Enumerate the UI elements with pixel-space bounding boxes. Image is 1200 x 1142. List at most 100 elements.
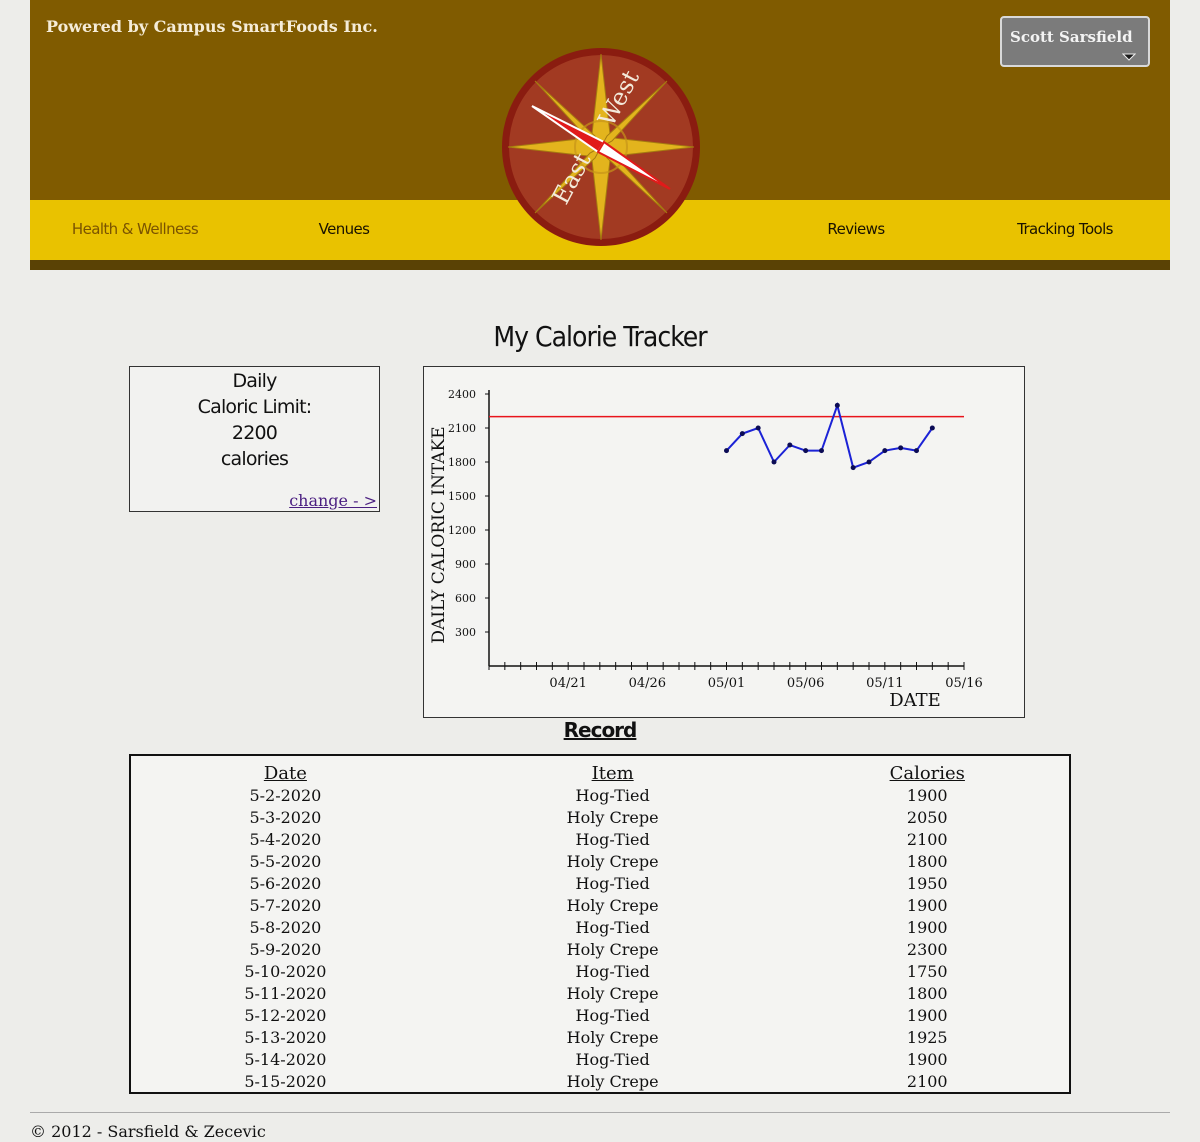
table-row: 5-6-2020 Hog-Tied 1950 bbox=[131, 873, 1069, 895]
page-title: My Calorie Tracker bbox=[493, 320, 707, 353]
intake-series-line bbox=[725, 401, 934, 469]
cell-calories: 1800 bbox=[906, 984, 948, 1003]
table-row: 5-10-2020 Hog-Tied 1750 bbox=[131, 961, 1069, 983]
cell-date: 5-7-2020 bbox=[249, 896, 322, 915]
data-point bbox=[834, 402, 840, 408]
table-row: 5-7-2020 Holy Crepe 1900 bbox=[131, 895, 1069, 917]
table-row: 5-9-2020 Holy Crepe 2300 bbox=[131, 939, 1069, 961]
cell-item: Hog-Tied bbox=[575, 786, 650, 805]
table-row: 5-2-2020 Hog-Tied 1900 bbox=[131, 785, 1069, 807]
nav-reviews[interactable]: Reviews bbox=[827, 220, 885, 238]
cell-date: 5-2-2020 bbox=[249, 786, 322, 805]
col-header-calories: Calories bbox=[889, 762, 965, 784]
record-title: Record bbox=[563, 718, 638, 742]
limit-unit: calories bbox=[220, 448, 289, 470]
cell-item: Hog-Tied bbox=[575, 830, 650, 849]
col-header-item: Item bbox=[591, 762, 634, 784]
cell-calories: 1900 bbox=[906, 896, 948, 915]
record-table-panel: Date Item Calories 5-2-2020 Hog-Tied 1900 5… bbox=[129, 754, 1071, 1094]
y-tick-label: 2100 bbox=[448, 422, 476, 435]
cell-calories: 1900 bbox=[906, 1050, 948, 1069]
y-tick-label: 900 bbox=[455, 558, 476, 571]
x-tick-label: 04/21 bbox=[549, 676, 586, 691]
x-tick-label: 04/26 bbox=[629, 676, 666, 691]
table-row: 5-11-2020 Holy Crepe 1800 bbox=[131, 983, 1069, 1005]
cell-item: Hog-Tied bbox=[575, 874, 650, 893]
cell-calories: 2100 bbox=[906, 830, 948, 849]
cell-item: Holy Crepe bbox=[566, 808, 659, 827]
data-point bbox=[819, 448, 824, 454]
y-tick-label: 2400 bbox=[448, 388, 476, 401]
table-row: 5-12-2020 Hog-Tied 1900 bbox=[131, 1005, 1069, 1027]
footer-copyright: © 2012 - Sarsfield & Zecevic bbox=[30, 1122, 266, 1141]
y-tick-label: 1800 bbox=[448, 456, 476, 469]
cell-item: Hog-Tied bbox=[575, 962, 650, 981]
cell-date: 5-12-2020 bbox=[244, 1006, 327, 1025]
east-west-compass-logo[interactable]: East West bbox=[500, 46, 702, 248]
x-tick-label: 05/01 bbox=[708, 676, 745, 691]
table-row: 5-8-2020 Hog-Tied 1900 bbox=[131, 917, 1069, 939]
cell-date: 5-13-2020 bbox=[244, 1028, 327, 1047]
table-row: 5-14-2020 Hog-Tied 1900 bbox=[131, 1049, 1069, 1071]
col-header-date: Date bbox=[263, 762, 307, 784]
data-point bbox=[850, 465, 856, 471]
data-point bbox=[771, 459, 777, 465]
nav-tracking-tools[interactable]: Tracking Tools bbox=[1017, 220, 1113, 238]
cell-calories: 2300 bbox=[906, 940, 948, 959]
chevron-down-icon bbox=[1122, 53, 1136, 61]
cell-calories: 2100 bbox=[906, 1072, 948, 1091]
data-point bbox=[866, 459, 872, 465]
x-axis-label: DATE bbox=[889, 690, 941, 711]
record-header-row: Date Item Calories bbox=[131, 761, 1069, 785]
table-row: 5-15-2020 Holy Crepe 2100 bbox=[131, 1071, 1069, 1093]
cell-date: 5-6-2020 bbox=[249, 874, 322, 893]
table-row: 5-13-2020 Holy Crepe 1925 bbox=[131, 1027, 1069, 1049]
data-point bbox=[803, 448, 809, 454]
cell-date: 5-5-2020 bbox=[249, 852, 322, 871]
cell-date: 5-15-2020 bbox=[244, 1072, 327, 1091]
cell-calories: 1925 bbox=[906, 1028, 948, 1047]
nav-health-wellness[interactable]: Health & Wellness bbox=[72, 220, 199, 238]
x-tick-label: 05/16 bbox=[945, 676, 982, 691]
cell-item: Hog-Tied bbox=[575, 918, 650, 937]
data-point bbox=[739, 431, 745, 437]
data-point bbox=[929, 425, 935, 431]
cell-date: 5-11-2020 bbox=[244, 984, 327, 1003]
cell-item: Holy Crepe bbox=[566, 984, 659, 1003]
data-point bbox=[914, 448, 919, 454]
daily-limit-text: Daily Caloric Limit: 2200 calories bbox=[130, 367, 379, 472]
data-point bbox=[882, 448, 888, 454]
x-tick-label: 05/06 bbox=[787, 676, 824, 691]
cell-item: Holy Crepe bbox=[566, 896, 659, 915]
y-tick-label: 1500 bbox=[448, 490, 476, 503]
cell-item: Holy Crepe bbox=[566, 1072, 659, 1091]
cell-item: Hog-Tied bbox=[575, 1006, 650, 1025]
cell-item: Holy Crepe bbox=[566, 1028, 659, 1047]
user-account-dropdown[interactable]: Scott Sarsfield bbox=[1000, 16, 1150, 67]
table-row: 5-4-2020 Hog-Tied 2100 bbox=[131, 829, 1069, 851]
cell-date: 5-3-2020 bbox=[249, 808, 322, 827]
cell-calories: 1750 bbox=[906, 962, 948, 981]
cell-item: Holy Crepe bbox=[566, 940, 659, 959]
record-table: Date Item Calories 5-2-2020 Hog-Tied 1900 5… bbox=[131, 761, 1069, 1093]
nav-venues[interactable]: Venues bbox=[319, 220, 370, 238]
cell-calories: 1900 bbox=[906, 1006, 948, 1025]
data-point bbox=[755, 425, 761, 431]
data-point bbox=[787, 442, 793, 448]
cell-date: 5-8-2020 bbox=[249, 918, 322, 937]
site-header: Powered by Campus SmartFoods Inc. Scott … bbox=[30, 0, 1170, 270]
cell-date: 5-14-2020 bbox=[244, 1050, 327, 1069]
cell-date: 5-4-2020 bbox=[249, 830, 322, 849]
cell-calories: 1900 bbox=[906, 786, 948, 805]
limit-label-line2: Caloric Limit: bbox=[197, 396, 313, 418]
cell-calories: 1800 bbox=[906, 852, 948, 871]
data-point bbox=[898, 445, 904, 451]
y-tick-label: 1200 bbox=[448, 524, 476, 537]
limit-value: 2200 bbox=[231, 422, 278, 444]
calorie-line-chart: 300 600 900 1200 1500 1800 2100 2400 04/21 04/26 0… bbox=[429, 388, 983, 711]
table-row: 5-3-2020 Holy Crepe 2050 bbox=[131, 807, 1069, 829]
data-point bbox=[724, 448, 729, 454]
cell-calories: 1950 bbox=[906, 874, 948, 893]
cell-date: 5-9-2020 bbox=[249, 940, 322, 959]
change-limit-link[interactable]: change - > bbox=[289, 491, 377, 510]
